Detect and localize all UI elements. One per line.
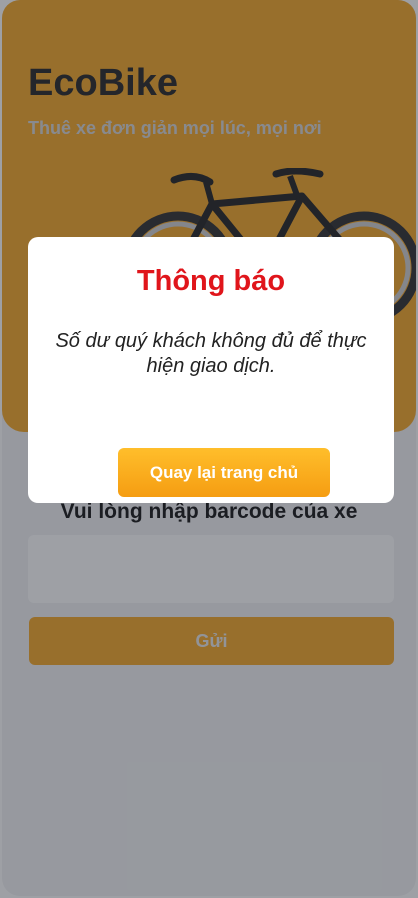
dialog-title: Thông báo bbox=[136, 265, 286, 297]
back-to-home-button[interactable]: Quay lại trang chủ bbox=[118, 448, 330, 497]
dialog-message: Số dư quý khách không đủ để thực hiện gi… bbox=[55, 330, 367, 377]
notification-dialog: Thông báo Số dư quý khách không đủ để th… bbox=[28, 237, 394, 503]
